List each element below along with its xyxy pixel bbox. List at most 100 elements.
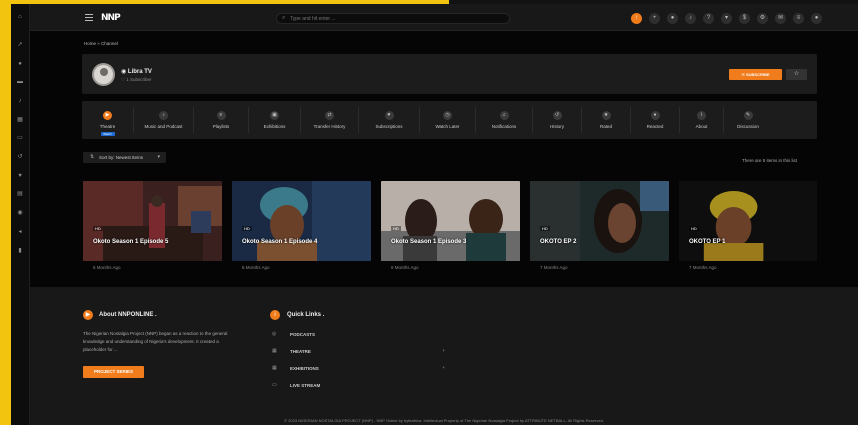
swap-icon: ⇄ xyxy=(325,111,334,120)
video-title[interactable]: Okoto Season 1 Episode 4 xyxy=(242,239,317,245)
history-icon[interactable]: ↺ xyxy=(16,153,24,161)
info-circle-icon: i xyxy=(270,310,280,320)
tab-label: Notifications xyxy=(491,124,517,129)
menu-icon[interactable]: ≡ xyxy=(793,13,804,24)
help-icon[interactable]: ? xyxy=(703,13,714,24)
video-thumbnail xyxy=(679,181,817,261)
video-card[interactable]: HD OKOTO EP 1 xyxy=(679,181,817,261)
user-circle-icon[interactable]: ◉ xyxy=(16,209,24,217)
user-icon[interactable]: ● xyxy=(16,60,24,68)
tab-label: Watch Later xyxy=(435,124,460,129)
video-card[interactable]: HD Okoto Season 1 Episode 3 xyxy=(381,181,520,261)
hamburger-menu-icon[interactable] xyxy=(85,14,93,21)
tab-subscriptions[interactable]: ♥ Subscriptions xyxy=(359,101,419,139)
heart-icon[interactable]: ♥ xyxy=(16,172,24,180)
bell-icon[interactable]: ♪ xyxy=(685,13,696,24)
film-icon[interactable]: ▬ xyxy=(16,78,24,86)
breadcrumb: Home » Channel xyxy=(84,41,118,46)
tab-theatre[interactable]: ▶ Theatre Watch xyxy=(82,101,133,139)
tab-label: Transfer History xyxy=(313,124,346,129)
video-age: 6 Months Ago xyxy=(391,265,419,270)
tab-label: Rated xyxy=(599,124,612,129)
quality-badge: HD xyxy=(391,226,401,231)
app-window: ⌂ ↗ ● ▬ ♪ ▦ ▭ ↺ ♥ ▤ ◉ ◂ ▮ NNP ⌕ Type and… xyxy=(11,4,858,425)
tv-icon[interactable]: ▭ xyxy=(16,134,24,142)
sort-label: Sort by: Newest Items xyxy=(99,155,144,160)
search-input[interactable]: ⌕ Type and hit enter ... xyxy=(276,13,510,24)
tab-watch-later[interactable]: ◷ Watch Later xyxy=(420,101,475,139)
notification-bell-button[interactable]: ☆ xyxy=(786,69,807,80)
home-icon[interactable]: ⌂ xyxy=(16,13,24,21)
plus-icon[interactable]: + xyxy=(649,13,660,24)
copyright-text: © 2023 NIGERIAN NOSTALGIA PROJECT (NNP) … xyxy=(284,418,604,423)
tab-label: History xyxy=(549,124,564,129)
tab-label: Discussion xyxy=(737,124,759,129)
video-thumbnail xyxy=(530,181,669,261)
video-thumbnail xyxy=(232,181,371,261)
quick-link-label: THEATRE xyxy=(290,349,311,354)
video-title[interactable]: OKOTO EP 2 xyxy=(540,239,576,245)
video-age: 6 Months Ago xyxy=(93,265,121,270)
trending-icon[interactable]: ↗ xyxy=(16,41,24,49)
volume-icon[interactable]: ◂ xyxy=(16,228,24,236)
grid-icon[interactable]: ▦ xyxy=(16,116,24,124)
video-thumbnail xyxy=(381,181,520,261)
list-icon: ≡ xyxy=(216,111,226,120)
channel-tabs: ▶ Theatre Watch ♪ Music and Podcast ≡ Pl… xyxy=(82,101,817,139)
channel-name: ◉ Libra TV xyxy=(121,68,152,75)
bell-icon: ♫ xyxy=(499,111,509,120)
tab-about[interactable]: i About xyxy=(680,101,723,139)
settings-icon[interactable]: ⚙ xyxy=(757,13,768,24)
tab-transfer-history[interactable]: ⇄ Transfer History xyxy=(301,101,358,139)
play-icon: ▶ xyxy=(103,111,112,120)
tab-label: Music and Podcast xyxy=(144,124,183,129)
book-icon[interactable]: ▤ xyxy=(16,190,24,198)
tab-notifications[interactable]: ♫ Notifications xyxy=(476,101,532,139)
project-series-button[interactable]: PROJECT SERIES xyxy=(83,366,144,378)
upload-icon[interactable]: ↑ xyxy=(631,13,642,24)
quality-badge: HD xyxy=(93,226,103,231)
video-card[interactable]: HD Okoto Season 1 Episode 5 xyxy=(83,181,222,261)
sort-dropdown[interactable]: ⇅ Sort by: Newest Items ▾ xyxy=(83,152,166,163)
about-text: The Nigerian Nostalgia Project (NNP) beg… xyxy=(83,331,228,352)
message-icon[interactable]: ✉ xyxy=(775,13,786,24)
quality-badge: HD xyxy=(242,226,252,231)
tab-label: About xyxy=(695,124,708,129)
music-icon[interactable]: ♪ xyxy=(16,97,24,105)
quick-link-exhibitions[interactable]: ▦ EXHIBITIONS + xyxy=(270,364,445,373)
music-icon: ♪ xyxy=(159,111,168,120)
subscribe-button[interactable]: ✉ SUBSCRIBE xyxy=(729,69,782,80)
quick-link-podcasts[interactable]: ◎ PODCASTS xyxy=(270,330,445,339)
video-title[interactable]: OKOTO EP 1 xyxy=(689,239,725,245)
video-title[interactable]: Okoto Season 1 Episode 5 xyxy=(93,239,168,245)
tab-music-podcast[interactable]: ♪ Music and Podcast xyxy=(134,101,193,139)
cart-icon[interactable]: ▾ xyxy=(721,13,732,24)
site-logo[interactable]: NNP xyxy=(101,13,121,23)
about-title: About NNPONLINE . xyxy=(99,312,157,318)
dollar-icon[interactable]: $ xyxy=(739,13,750,24)
tab-history[interactable]: ↺ History xyxy=(533,101,581,139)
channel-header: ◉ Libra TV ♡ 1 Subscriber ✉ SUBSCRIBE ☆ xyxy=(82,54,817,94)
plus-icon[interactable]: + xyxy=(442,365,445,370)
video-card[interactable]: HD OKOTO EP 2 xyxy=(530,181,669,261)
quick-link-theatre[interactable]: ▦ THEATRE + xyxy=(270,347,445,356)
user-icon[interactable]: ● xyxy=(667,13,678,24)
tab-playlists[interactable]: ≡ Playlists xyxy=(194,101,248,139)
breadcrumb-home[interactable]: Home xyxy=(84,41,96,46)
tab-reacted[interactable]: ♦ Reacted xyxy=(631,101,679,139)
topbar-actions: ↑ + ● ♪ ? ▾ $ ⚙ ✉ ≡ ● xyxy=(631,13,822,24)
tab-exhibitions[interactable]: ▣ Exhibitions xyxy=(249,101,300,139)
profile-icon[interactable]: ● xyxy=(811,13,822,24)
tab-rated[interactable]: ★ Rated xyxy=(582,101,630,139)
sidebar: ⌂ ↗ ● ▬ ♪ ▦ ▭ ↺ ♥ ▤ ◉ ◂ ▮ xyxy=(11,4,30,425)
video-card[interactable]: HD Okoto Season 1 Episode 4 xyxy=(232,181,371,261)
tab-discussion[interactable]: ✎ Discussion xyxy=(724,101,772,139)
plus-icon[interactable]: + xyxy=(442,348,445,353)
video-title[interactable]: Okoto Season 1 Episode 3 xyxy=(391,239,466,245)
thumb-icon: ♦ xyxy=(650,111,660,120)
bar-chart-icon[interactable]: ▮ xyxy=(16,247,24,255)
channel-avatar[interactable] xyxy=(92,63,115,86)
quality-badge: HD xyxy=(540,226,550,231)
star-icon: ★ xyxy=(601,111,611,120)
quick-link-live-stream[interactable]: ▭ LIVE STREAM xyxy=(270,381,445,390)
